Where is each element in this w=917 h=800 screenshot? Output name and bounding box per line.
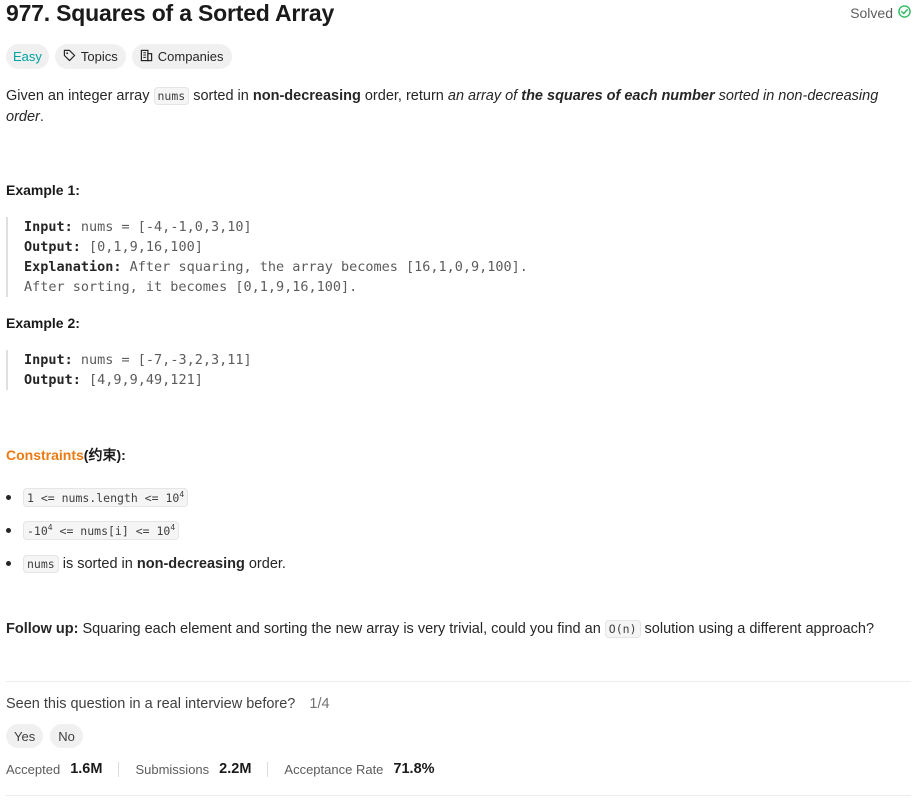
no-button[interactable]: No — [50, 724, 83, 748]
inline-code: nums — [153, 87, 190, 105]
check-circle-icon — [898, 5, 911, 21]
building-icon — [140, 49, 153, 65]
interview-survey: Seen this question in a real interview b… — [6, 696, 330, 712]
problem-description: Given an integer array nums sorted in no… — [6, 87, 879, 125]
survey-buttons: Yes No — [6, 724, 83, 748]
solved-label: Solved — [850, 5, 893, 21]
constraint-1: 1 <= nums.length <= 104 — [23, 488, 189, 507]
accepted-label: Accepted — [6, 761, 61, 777]
example-2-heading: Example 2: — [6, 315, 80, 331]
difficulty-badge[interactable]: Easy — [6, 44, 49, 69]
divider — [6, 681, 911, 682]
yes-button[interactable]: Yes — [6, 724, 44, 748]
example-2-block: Input: nums = [-7,-3,2,3,11] Output: [4,… — [6, 350, 252, 390]
example-1-heading: Example 1: — [6, 182, 80, 198]
survey-question: Seen this question in a real interview b… — [6, 696, 296, 712]
list-item: nums is sorted in non-decreasing order. — [6, 547, 286, 580]
problem-title: 977. Squares of a Sorted Array — [6, 0, 335, 26]
companies-button[interactable]: Companies — [131, 44, 232, 69]
acceptance-rate-label: Acceptance Rate — [284, 761, 384, 777]
accepted-value: 1.6M — [70, 761, 103, 777]
constraints-list: 1 <= nums.length <= 104 -104 <= nums[i] … — [6, 481, 286, 580]
companies-label: Companies — [157, 49, 224, 64]
survey-fraction: 1/4 — [309, 696, 330, 712]
follow-up: Follow up: Squaring each element and sor… — [6, 620, 875, 638]
acceptance-rate-value: 71.8% — [393, 761, 435, 777]
solved-status: Solved — [850, 5, 911, 21]
constraints-heading: Constraints(约束): — [6, 447, 126, 463]
tag-icon — [63, 49, 76, 65]
list-item: -104 <= nums[i] <= 104 — [6, 514, 286, 547]
example-1-block: Input: nums = [-4,-1,0,3,10] Output: [0,… — [6, 217, 528, 297]
constraint-3: nums is sorted in non-decreasing order. — [23, 554, 286, 573]
list-item: 1 <= nums.length <= 104 — [6, 481, 286, 514]
divider — [6, 795, 911, 796]
topics-label: Topics — [80, 49, 118, 64]
constraint-2: -104 <= nums[i] <= 104 — [23, 521, 180, 540]
stats-bar: Accepted 1.6M Submissions 2.2M Acceptanc… — [6, 761, 435, 777]
submissions-label: Submissions — [135, 761, 210, 777]
submissions-value: 2.2M — [219, 761, 252, 777]
topics-button[interactable]: Topics — [54, 44, 126, 69]
tag-bar: Easy Topics Companies — [6, 44, 232, 69]
